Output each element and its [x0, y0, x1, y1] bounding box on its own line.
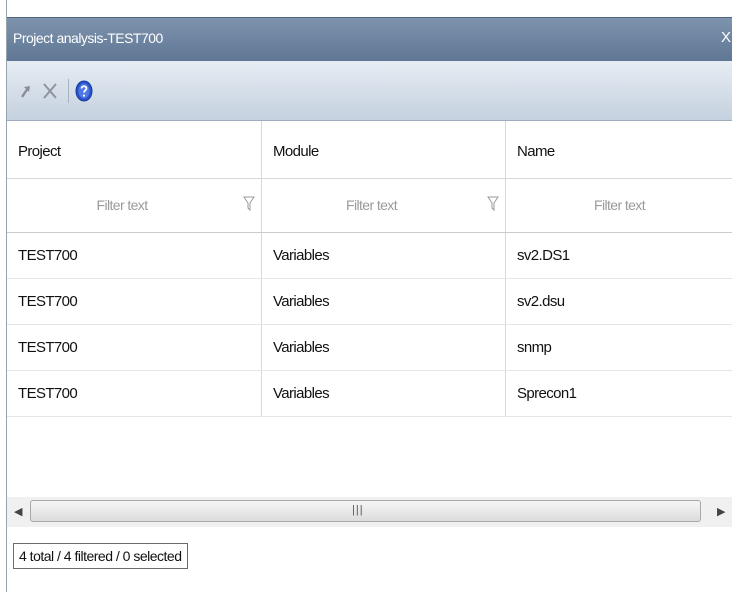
filter-placeholder: Filter text — [346, 197, 398, 213]
column-header-label: Module — [273, 143, 319, 160]
help-button[interactable] — [73, 77, 95, 105]
cell-text: TEST700 — [18, 293, 78, 310]
cell-project: TEST700 — [7, 371, 262, 416]
help-icon — [75, 80, 93, 102]
filter-funnel-icon[interactable] — [487, 196, 499, 212]
column-header-row: Project Module Name — [7, 121, 732, 179]
delete-x-icon — [43, 83, 57, 99]
column-header-label: Project — [18, 143, 61, 160]
cell-text: snmp — [517, 339, 552, 356]
title-bar: Project analysis-TEST700 X — [7, 17, 732, 61]
selection-summary: 4 total / 4 filtered / 0 selected — [13, 543, 188, 569]
arrow-up-right-icon — [21, 86, 30, 98]
column-header-project[interactable]: Project — [7, 121, 262, 178]
cell-text: Sprecon1 — [517, 385, 577, 402]
cell-text: sv2.dsu — [517, 293, 565, 310]
cell-text: sv2.DS1 — [517, 247, 570, 264]
cell-text: Variables — [273, 247, 330, 264]
filter-input-module[interactable]: Filter text — [262, 179, 506, 232]
cell-text: TEST700 — [18, 385, 78, 402]
filter-input-name[interactable]: Filter text — [506, 179, 732, 232]
cell-text: TEST700 — [18, 339, 78, 356]
close-button[interactable]: X — [721, 29, 731, 46]
filter-placeholder: Filter text — [594, 197, 646, 213]
status-bar: 4 total / 4 filtered / 0 selected — [7, 535, 732, 575]
horizontal-scrollbar[interactable]: ◀ ||| ▶ — [7, 497, 732, 527]
scrollbar-thumb[interactable]: ||| — [30, 500, 701, 522]
cell-module: Variables — [262, 371, 506, 416]
filter-funnel-icon[interactable] — [243, 196, 255, 212]
cell-project: TEST700 — [7, 233, 262, 278]
cell-name: sv2.DS1 — [506, 233, 732, 278]
cell-text: Variables — [273, 339, 330, 356]
grip-icon: ||| — [352, 504, 364, 516]
window-title: Project analysis-TEST700 — [13, 30, 163, 46]
filter-input-project[interactable]: Filter text — [7, 179, 262, 232]
cell-name: sv2.dsu — [506, 279, 732, 324]
scroll-right-icon[interactable]: ▶ — [717, 505, 725, 518]
scroll-left-icon[interactable]: ◀ — [14, 505, 22, 518]
table-row[interactable]: TEST700 Variables sv2.dsu — [7, 279, 732, 325]
filter-placeholder: Filter text — [96, 197, 149, 213]
filter-row: Filter text Filter text Filter text — [7, 179, 732, 233]
cell-text: Variables — [273, 385, 330, 402]
toolbar-separator — [68, 79, 69, 103]
cell-module: Variables — [262, 279, 506, 324]
cell-text: Variables — [273, 293, 330, 310]
column-header-module[interactable]: Module — [262, 121, 506, 178]
table-row[interactable]: TEST700 Variables sv2.DS1 — [7, 233, 732, 279]
column-header-label: Name — [517, 143, 555, 160]
toolbar — [7, 61, 732, 121]
cell-project: TEST700 — [7, 279, 262, 324]
cell-project: TEST700 — [7, 325, 262, 370]
table-row[interactable]: TEST700 Variables Sprecon1 — [7, 371, 732, 417]
project-analysis-window: Project analysis-TEST700 X Project Modul… — [6, 0, 732, 592]
cell-module: Variables — [262, 233, 506, 278]
cell-name: Sprecon1 — [506, 371, 732, 416]
cell-name: snmp — [506, 325, 732, 370]
cell-module: Variables — [262, 325, 506, 370]
column-header-name[interactable]: Name — [506, 121, 732, 178]
cell-text: TEST700 — [18, 247, 78, 264]
table-row[interactable]: TEST700 Variables snmp — [7, 325, 732, 371]
delete-button[interactable] — [39, 77, 61, 105]
navigate-button[interactable] — [15, 77, 37, 105]
